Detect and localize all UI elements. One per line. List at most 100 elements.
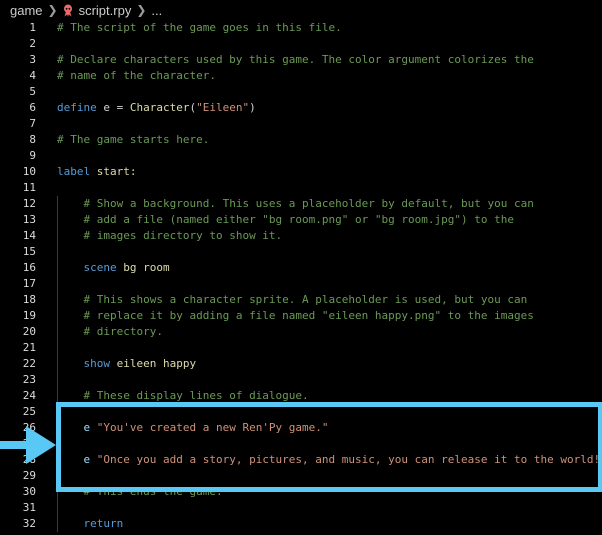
line-number[interactable]: 30 (0, 484, 36, 500)
code-line[interactable]: 27 (0, 436, 602, 452)
line-number[interactable]: 31 (0, 500, 36, 516)
code-line[interactable]: 23 (0, 372, 602, 388)
line-content: # These display lines of dialogue. (57, 388, 309, 404)
code-line[interactable]: 15 (0, 244, 602, 260)
code-line[interactable]: 30 # This ends the game. (0, 484, 602, 500)
code-token: return (83, 517, 124, 530)
line-number[interactable]: 15 (0, 244, 36, 260)
line-number[interactable]: 25 (0, 404, 36, 420)
code-line[interactable]: 1 # The script of the game goes in this f… (0, 20, 602, 36)
code-token: scene (83, 261, 117, 274)
line-number[interactable]: 26 (0, 420, 36, 436)
code-line[interactable]: 25 (0, 404, 602, 420)
code-token: bg room (116, 261, 170, 274)
line-content: # This shows a character sprite. A place… (57, 292, 528, 308)
breadcrumb: game ❯ script.rpy ❯ ... (0, 0, 602, 20)
line-content: # directory. (57, 324, 163, 340)
code-line[interactable]: 26 e "You've created a new Ren'Py game." (0, 420, 602, 436)
line-number[interactable]: 22 (0, 356, 36, 372)
line-number[interactable]: 16 (0, 260, 36, 276)
line-content (57, 404, 84, 420)
line-number[interactable]: 8 (0, 132, 36, 148)
breadcrumb-symbol[interactable]: ... (149, 3, 164, 18)
code-line[interactable]: 20 # directory. (0, 324, 602, 340)
code-token: # add a file (named either "bg room.png"… (83, 213, 514, 226)
code-line[interactable]: 29 (0, 468, 602, 484)
code-token: # directory. (83, 325, 163, 338)
line-number[interactable]: 32 (0, 516, 36, 532)
code-line[interactable]: 28 e "Once you add a story, pictures, an… (0, 452, 602, 468)
code-area[interactable]: 1 # The script of the game goes in this f… (0, 20, 602, 532)
code-line[interactable]: 32 return (0, 516, 602, 532)
line-number[interactable]: 7 (0, 116, 36, 132)
line-content: # replace it by adding a file named "eil… (57, 308, 534, 324)
code-line[interactable]: 13 # add a file (named either "bg room.p… (0, 212, 602, 228)
code-line[interactable]: 5 (0, 84, 602, 100)
line-number[interactable]: 1 (0, 20, 36, 36)
line-content: e "Once you add a story, pictures, and m… (57, 452, 602, 468)
line-number[interactable]: 4 (0, 68, 36, 84)
code-line[interactable]: 2 (0, 36, 602, 52)
line-number[interactable]: 27 (0, 436, 36, 452)
code-line[interactable]: 31 (0, 500, 602, 516)
line-number[interactable]: 19 (0, 308, 36, 324)
line-number[interactable]: 24 (0, 388, 36, 404)
line-number[interactable]: 18 (0, 292, 36, 308)
code-line[interactable]: 17 (0, 276, 602, 292)
line-number[interactable]: 12 (0, 196, 36, 212)
code-token: # Show a background. This uses a placeho… (83, 197, 534, 210)
code-token: label (57, 165, 91, 178)
code-line[interactable]: 3 # Declare characters used by this game.… (0, 52, 602, 68)
code-line[interactable]: 14 # images directory to show it. (0, 228, 602, 244)
code-line[interactable]: 24 # These display lines of dialogue. (0, 388, 602, 404)
breadcrumb-file[interactable]: script.rpy (77, 3, 134, 18)
line-number[interactable]: 5 (0, 84, 36, 100)
line-content: scene bg room (57, 260, 170, 276)
code-token: e = (96, 101, 130, 114)
code-token: # Declare characters used by this game. … (57, 53, 534, 66)
code-line[interactable]: 7 (0, 116, 602, 132)
line-number[interactable]: 17 (0, 276, 36, 292)
code-line[interactable]: 21 (0, 340, 602, 356)
code-token: # This ends the game. (83, 485, 223, 498)
code-line[interactable]: 8 # The game starts here. (0, 132, 602, 148)
line-number[interactable]: 10 (0, 164, 36, 180)
line-number[interactable]: 20 (0, 324, 36, 340)
line-number[interactable]: 21 (0, 340, 36, 356)
breadcrumb-folder[interactable]: game (0, 3, 45, 18)
code-line[interactable]: 11 (0, 180, 602, 196)
line-content: label start: (57, 164, 136, 180)
line-number[interactable]: 6 (0, 100, 36, 116)
code-editor[interactable]: game ❯ script.rpy ❯ ... 1 # The script of… (0, 0, 602, 535)
line-number[interactable]: 11 (0, 180, 36, 196)
line-number[interactable]: 2 (0, 36, 36, 52)
code-line[interactable]: 6 define e = Character("Eileen") (0, 100, 602, 116)
line-number[interactable]: 9 (0, 148, 36, 164)
line-number[interactable]: 23 (0, 372, 36, 388)
code-line[interactable]: 12 # Show a background. This uses a plac… (0, 196, 602, 212)
line-number[interactable]: 29 (0, 468, 36, 484)
code-line[interactable]: 22 show eileen happy (0, 356, 602, 372)
line-content: # images directory to show it. (57, 228, 283, 244)
code-line[interactable]: 9 (0, 148, 602, 164)
code-line[interactable]: 19 # replace it by adding a file named "… (0, 308, 602, 324)
line-content (57, 340, 84, 356)
code-line[interactable]: 10 label start: (0, 164, 602, 180)
code-token: "Eileen" (196, 101, 250, 114)
line-content: # add a file (named either "bg room.png"… (57, 212, 514, 228)
line-content: show eileen happy (57, 356, 197, 372)
line-number[interactable]: 14 (0, 228, 36, 244)
line-content (57, 244, 84, 260)
code-token: Character (129, 101, 190, 114)
code-token: start: (90, 165, 137, 178)
line-number[interactable]: 3 (0, 52, 36, 68)
code-line[interactable]: 4 # name of the character. (0, 68, 602, 84)
code-line[interactable]: 18 # This shows a character sprite. A pl… (0, 292, 602, 308)
line-content: # Declare characters used by this game. … (57, 52, 534, 68)
line-number[interactable]: 28 (0, 452, 36, 468)
line-number[interactable]: 13 (0, 212, 36, 228)
code-line[interactable]: 16 scene bg room (0, 260, 602, 276)
line-content: return (57, 516, 124, 532)
line-content (57, 276, 84, 292)
